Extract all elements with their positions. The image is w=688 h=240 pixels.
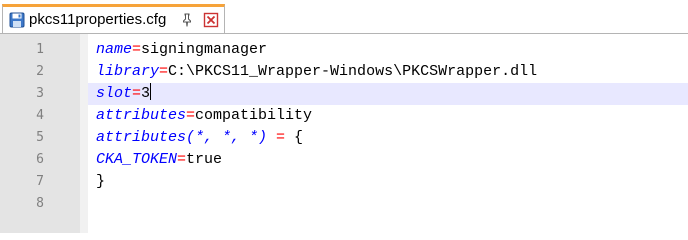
pin-icon[interactable] bbox=[180, 13, 194, 27]
property-key: slot bbox=[96, 85, 133, 102]
line-number: 7 bbox=[36, 174, 44, 189]
line-number: 2 bbox=[36, 64, 44, 79]
code-text[interactable]: library=C:\PKCS11_Wrapper-Windows\PKCSWr… bbox=[96, 61, 537, 83]
line-number: 3 bbox=[36, 86, 44, 101]
line-number: 8 bbox=[36, 196, 44, 211]
property-value: compatibility bbox=[195, 107, 313, 124]
code-text[interactable]: } bbox=[96, 171, 105, 193]
property-key: attributes bbox=[96, 107, 187, 124]
code-editor[interactable]: 1 name=signingmanager 2 library=C:\PKCS1… bbox=[0, 34, 688, 233]
property-value: 3 bbox=[141, 85, 151, 102]
property-value: true bbox=[186, 151, 223, 168]
code-text[interactable]: attributes=compatibility bbox=[96, 105, 312, 127]
code-line: 2 library=C:\PKCS11_Wrapper-Windows\PKCS… bbox=[0, 61, 688, 83]
file-save-icon bbox=[9, 12, 25, 28]
assignment-operator: = bbox=[132, 85, 142, 102]
assignment-operator: = bbox=[159, 63, 169, 80]
property-key: library bbox=[96, 63, 160, 80]
text-caret bbox=[150, 83, 152, 100]
code-line: 8 bbox=[0, 193, 688, 215]
code-text[interactable]: name=signingmanager bbox=[96, 39, 267, 61]
property-value: C:\PKCS11_Wrapper-Windows\PKCSWrapper.dl… bbox=[168, 63, 538, 80]
property-value: } bbox=[96, 173, 106, 190]
assignment-operator: = bbox=[186, 107, 196, 124]
property-value: { bbox=[294, 129, 304, 146]
line-number: 5 bbox=[36, 130, 44, 145]
code-line-current: 3 slot=3 bbox=[0, 83, 688, 105]
file-tab[interactable]: pkcs11properties.cfg bbox=[2, 4, 225, 34]
property-key: name bbox=[96, 41, 133, 58]
code-line: 1 name=signingmanager bbox=[0, 39, 688, 61]
current-line-highlight bbox=[88, 83, 688, 105]
close-icon[interactable] bbox=[203, 12, 219, 28]
code-line: 5 attributes(*, *, *) = { bbox=[0, 127, 688, 149]
assignment-operator: = bbox=[267, 129, 295, 146]
assignment-operator: = bbox=[177, 151, 187, 168]
code-text[interactable]: CKA_TOKEN=true bbox=[96, 149, 222, 171]
code-line: 7 } bbox=[0, 171, 688, 193]
tab-bar: pkcs11properties.cfg bbox=[0, 0, 688, 34]
line-number: 4 bbox=[36, 108, 44, 123]
line-number: 6 bbox=[36, 152, 44, 167]
assignment-operator: = bbox=[132, 41, 142, 58]
code-text[interactable]: slot=3 bbox=[96, 83, 152, 105]
code-text[interactable]: attributes(*, *, *) = { bbox=[96, 127, 303, 149]
property-key: attributes(*, *, *) bbox=[96, 129, 268, 146]
line-number: 1 bbox=[36, 42, 44, 57]
property-value: signingmanager bbox=[141, 41, 268, 58]
code-line: 4 attributes=compatibility bbox=[0, 105, 688, 127]
code-line: 6 CKA_TOKEN=true bbox=[0, 149, 688, 171]
tab-title: pkcs11properties.cfg bbox=[29, 11, 167, 28]
property-key: CKA_TOKEN bbox=[96, 151, 178, 168]
